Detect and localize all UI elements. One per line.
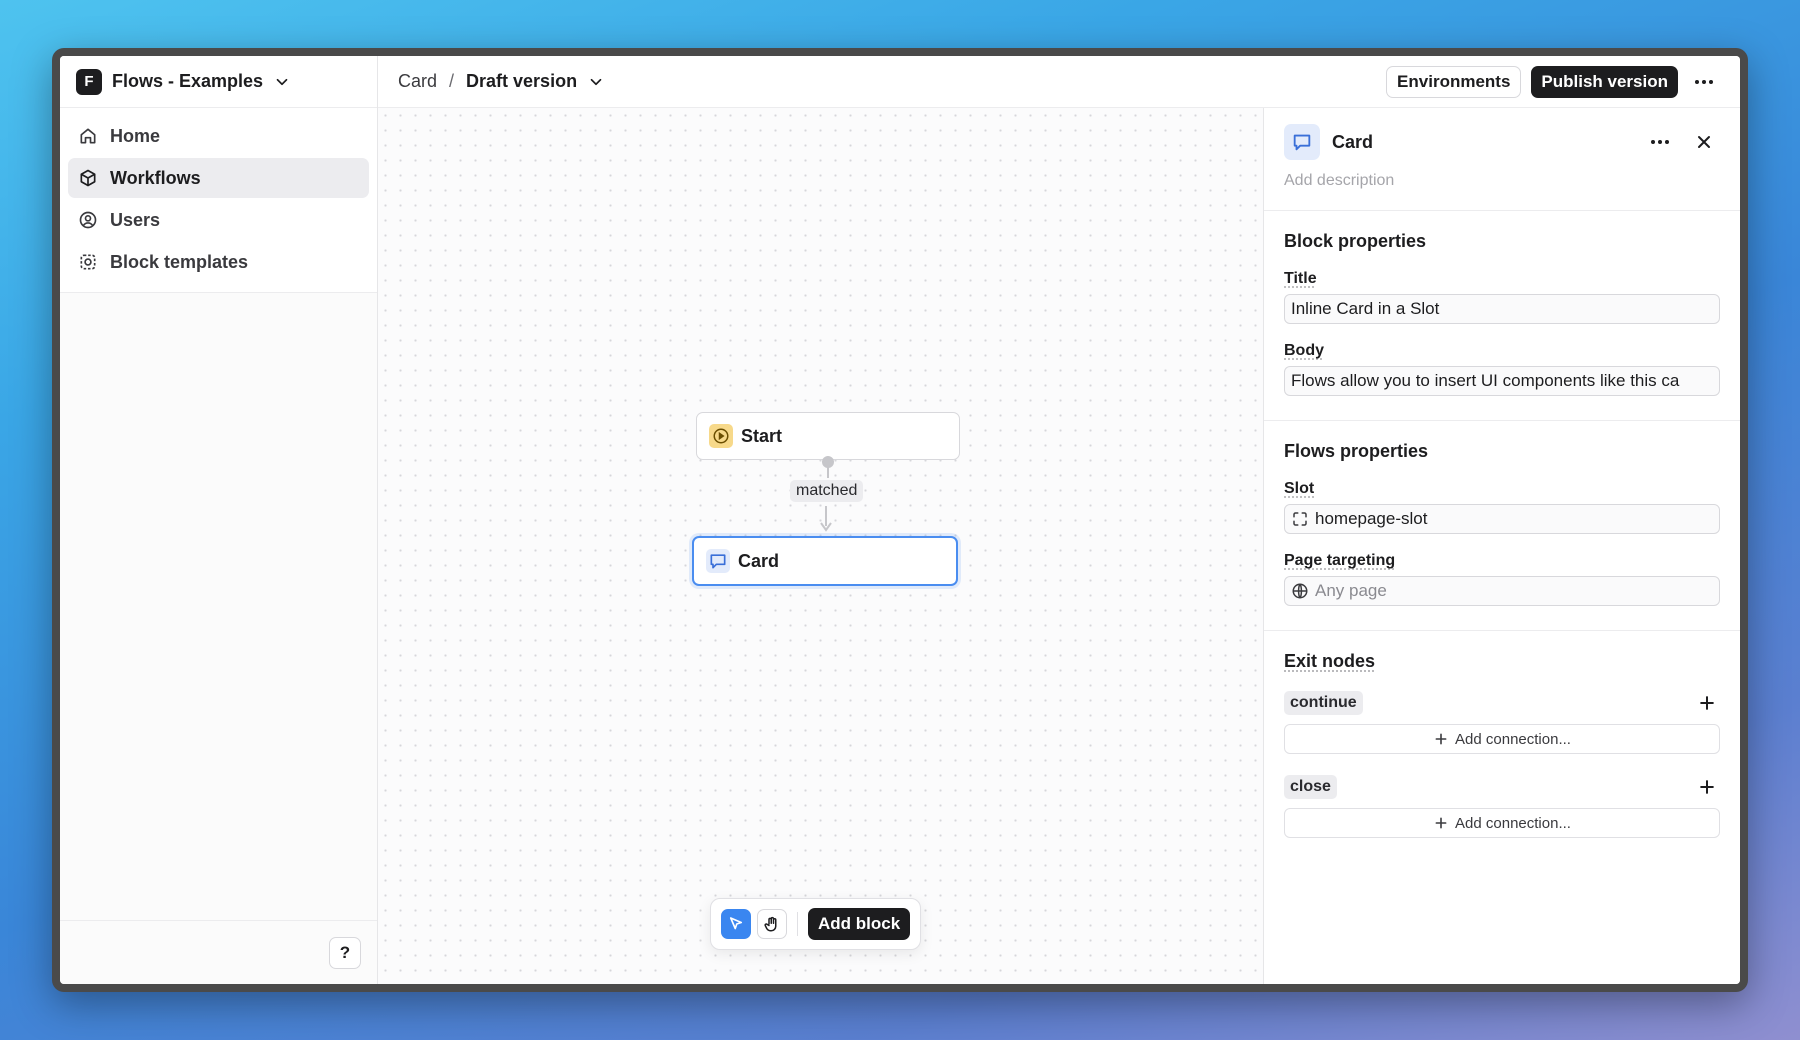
workflow-canvas[interactable]: Start matched Card Add block xyxy=(378,108,1264,984)
edge-handle[interactable] xyxy=(822,456,834,468)
exit-nodes-section: Exit nodes continue Add connection... cl… xyxy=(1264,631,1740,882)
more-horizontal-icon xyxy=(1651,140,1669,144)
app-window: F Flows - Examples Home Workflows Users xyxy=(52,48,1748,992)
field-label: Page targeting xyxy=(1284,552,1396,569)
page-targeting-field: Page targeting Any page xyxy=(1284,552,1720,606)
help-button[interactable]: ? xyxy=(329,936,361,969)
section-heading: Exit nodes xyxy=(1284,651,1376,671)
chevron-down-icon[interactable] xyxy=(587,73,605,91)
sidebar-item-block-templates[interactable]: Block templates xyxy=(68,242,369,282)
globe-icon xyxy=(1292,583,1308,599)
template-icon xyxy=(80,254,96,270)
canvas-toolbar: Add block xyxy=(710,898,922,950)
field-label: Body xyxy=(1284,342,1324,359)
sidebar-item-home[interactable]: Home xyxy=(68,116,369,156)
sidebar-item-workflows[interactable]: Workflows xyxy=(68,158,369,198)
sidebar-item-label: Users xyxy=(110,209,161,230)
flows-properties-section: Flows properties Slot homepage-slot Page… xyxy=(1264,421,1740,631)
sidebar-nav: Home Workflows Users Block templates xyxy=(60,108,377,293)
breadcrumb-separator: / xyxy=(449,71,455,91)
start-node-label: Start xyxy=(741,425,783,446)
environments-button[interactable]: Environments xyxy=(1386,65,1522,98)
sidebar-item-label: Block templates xyxy=(110,251,249,272)
publish-version-button[interactable]: Publish version xyxy=(1531,65,1678,98)
workspace-logo: F xyxy=(76,68,102,95)
panel-more-button[interactable] xyxy=(1644,126,1676,158)
main-area: Card / Draft version Environments Publis… xyxy=(378,56,1740,984)
panel-close-button[interactable] xyxy=(1688,126,1720,158)
pan-tool-button[interactable] xyxy=(757,909,787,939)
toolbar-divider xyxy=(797,912,798,936)
sidebar-item-label: Home xyxy=(110,125,161,146)
exit-node-tag: close xyxy=(1284,775,1337,799)
add-exit-button[interactable] xyxy=(1694,690,1720,716)
chat-bubble-icon xyxy=(706,549,730,573)
breadcrumb-root[interactable]: Card xyxy=(398,71,437,92)
exit-node-row: continue xyxy=(1284,690,1720,716)
exit-node-row: close xyxy=(1284,774,1720,800)
page-targeting-input[interactable]: Any page xyxy=(1284,576,1720,606)
add-connection-label: Add connection... xyxy=(1455,730,1571,748)
plus-icon xyxy=(1435,733,1447,745)
plus-icon xyxy=(1435,817,1447,829)
play-icon xyxy=(709,424,733,448)
add-connection-label: Add connection... xyxy=(1455,814,1571,832)
topbar: Card / Draft version Environments Publis… xyxy=(378,56,1740,108)
home-icon xyxy=(80,128,96,144)
more-options-button[interactable] xyxy=(1688,66,1720,98)
chevron-down-icon xyxy=(276,78,288,85)
panel-title: Card xyxy=(1332,131,1374,152)
card-node-label: Card xyxy=(738,550,780,571)
title-input[interactable]: Inline Card in a Slot xyxy=(1284,294,1720,324)
user-circle-icon xyxy=(79,211,97,229)
chat-bubble-icon xyxy=(1284,124,1320,160)
edge-label[interactable]: matched xyxy=(790,480,864,502)
add-exit-button[interactable] xyxy=(1694,774,1720,800)
exit-node-tag: continue xyxy=(1284,691,1363,715)
slot-input[interactable]: homepage-slot xyxy=(1284,504,1720,534)
cube-icon xyxy=(80,169,96,187)
plus-icon xyxy=(1700,696,1714,710)
properties-panel: Card Add description Block properties Ti… xyxy=(1264,108,1740,984)
description-input[interactable]: Add description xyxy=(1284,172,1720,190)
plus-icon xyxy=(1700,780,1714,794)
close-icon xyxy=(1698,136,1710,148)
app-root: F Flows - Examples Home Workflows Users xyxy=(60,56,1740,984)
add-block-button[interactable]: Add block xyxy=(808,908,911,940)
select-tool-button[interactable] xyxy=(721,909,751,939)
block-properties-section: Block properties Title Inline Card in a … xyxy=(1264,211,1740,421)
field-label: Slot xyxy=(1284,480,1315,497)
body-input[interactable]: Flows allow you to insert UI components … xyxy=(1284,366,1720,396)
hand-icon xyxy=(764,916,777,932)
title-field: Title Inline Card in a Slot xyxy=(1284,270,1720,324)
start-node[interactable]: Start xyxy=(696,412,960,460)
sidebar-footer: ? xyxy=(60,920,377,984)
workspace-name: Flows - Examples xyxy=(112,71,264,91)
slot-icon xyxy=(1293,512,1307,526)
content: Start matched Card Add block Card Add de… xyxy=(378,108,1740,984)
more-horizontal-icon xyxy=(1695,79,1713,84)
sidebar-item-label: Workflows xyxy=(110,167,201,188)
sidebar: F Flows - Examples Home Workflows Users xyxy=(60,56,378,984)
field-label: Title xyxy=(1284,270,1317,287)
section-heading: Flows properties xyxy=(1284,441,1429,461)
section-heading: Block properties xyxy=(1284,231,1427,251)
panel-header: Card Add description xyxy=(1264,108,1740,211)
page-targeting-placeholder: Any page xyxy=(1315,581,1387,600)
slot-value: homepage-slot xyxy=(1315,509,1428,528)
arrow-down-icon xyxy=(820,522,832,532)
sidebar-item-users[interactable]: Users xyxy=(68,200,369,240)
workspace-switcher[interactable]: F Flows - Examples xyxy=(60,56,377,108)
add-connection-button[interactable]: Add connection... xyxy=(1284,808,1720,838)
card-node[interactable]: Card xyxy=(692,536,958,586)
add-connection-button[interactable]: Add connection... xyxy=(1284,724,1720,754)
version-selector[interactable]: Draft version xyxy=(466,71,577,92)
body-field: Body Flows allow you to insert UI compon… xyxy=(1284,342,1720,396)
cursor-icon xyxy=(729,917,743,930)
slot-field: Slot homepage-slot xyxy=(1284,480,1720,534)
